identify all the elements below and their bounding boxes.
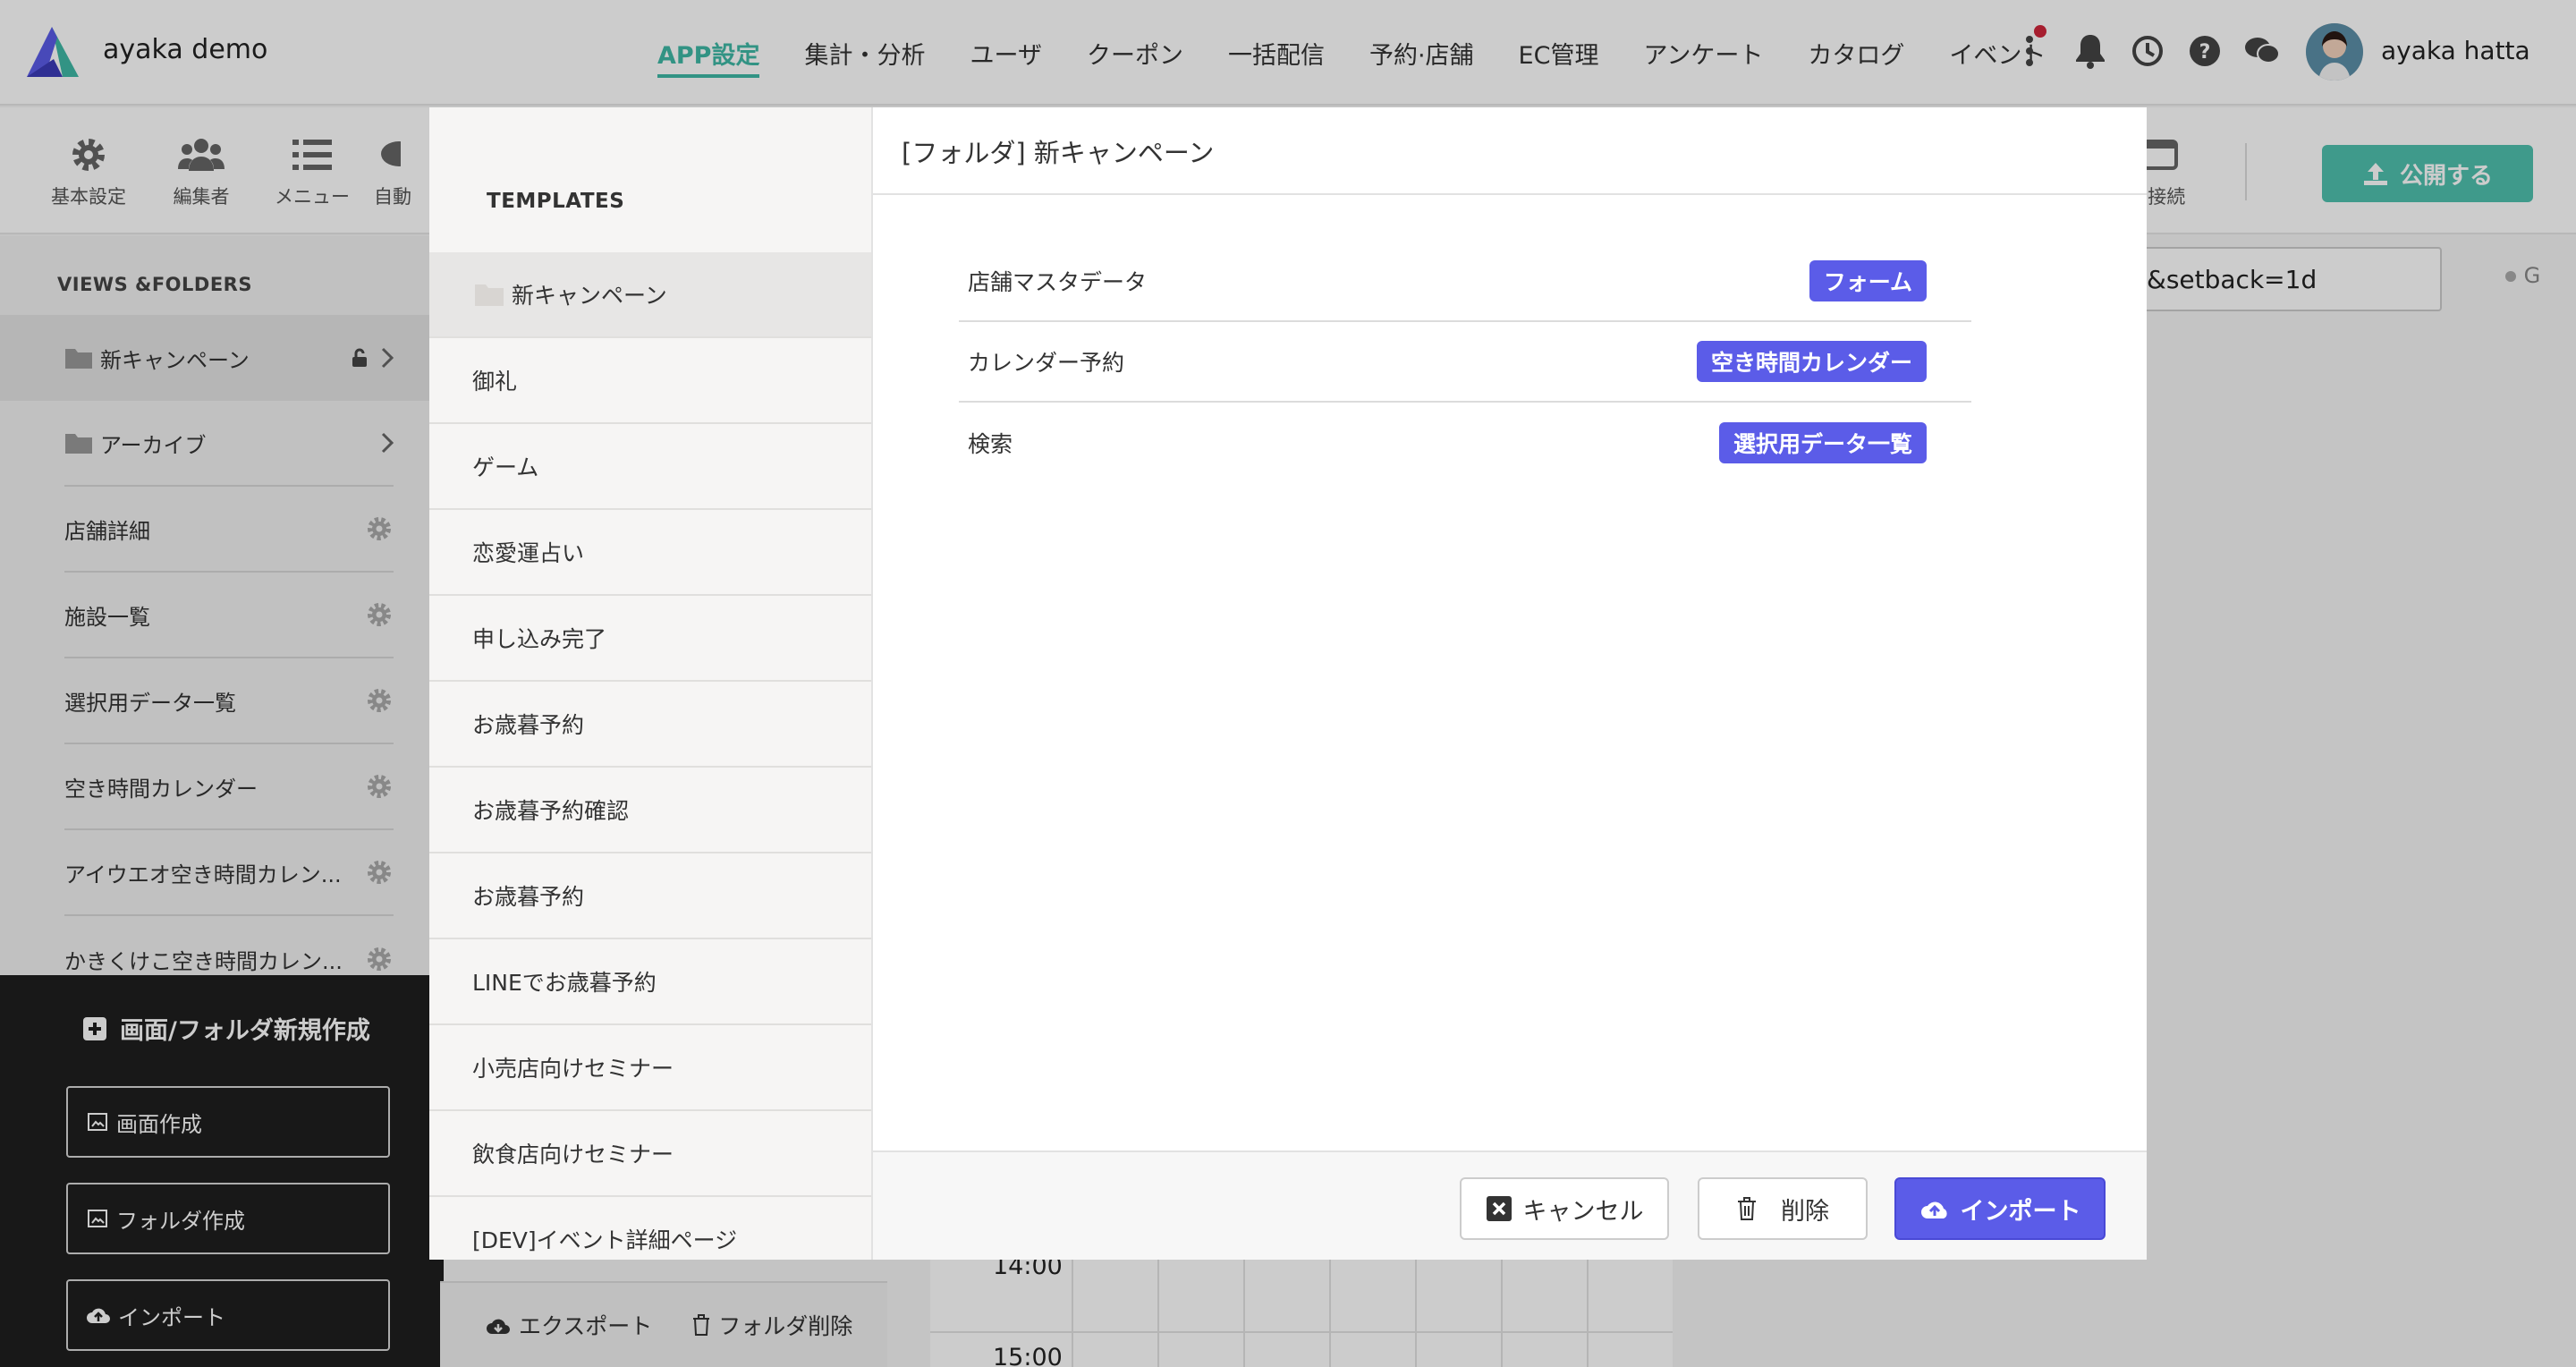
folder-icon (475, 284, 504, 306)
dialog-header-divider (873, 193, 2147, 195)
template-item-label: お歳暮予約 (472, 884, 585, 910)
trash-icon (1738, 1197, 1756, 1220)
template-item-label: 恋愛運占い (472, 540, 585, 566)
view-type-badge: 選択用データ一覧 (1718, 422, 1927, 463)
template-item[interactable]: ゲーム (429, 424, 871, 510)
template-item[interactable]: LINEでお歳暮予約 (429, 939, 871, 1025)
template-item-label: お歳暮予約 (472, 712, 585, 738)
template-item-label: 申し込み完了 (472, 626, 607, 652)
view-name: 検索 (968, 431, 1013, 457)
dialog-title: [フォルダ] 新キャンペーン (902, 138, 1215, 168)
template-item[interactable]: 小売店向けセミナー (429, 1025, 871, 1111)
view-type-badge: 空き時間カレンダー (1696, 341, 1927, 382)
dialog-footer: キャンセル 削除 インポート (873, 1150, 2147, 1260)
view-row: 店舗マスタデータ フォーム (959, 242, 1971, 322)
template-item[interactable]: 申し込み完了 (429, 596, 871, 682)
view-name: カレンダー予約 (968, 350, 1125, 376)
template-item[interactable]: 恋愛運占い (429, 510, 871, 596)
template-item[interactable]: [DEV]イベント詳細ページ (429, 1197, 871, 1260)
delete-button[interactable]: 削除 (1698, 1177, 1868, 1240)
template-item-label: ゲーム (472, 454, 539, 480)
template-item-new-campaign[interactable]: 新キャンペーン (429, 252, 871, 338)
view-row: 検索 選択用データ一覧 (959, 403, 1971, 483)
templates-heading: TEMPLATES (487, 190, 625, 213)
template-item-label: 小売店向けセミナー (472, 1056, 674, 1082)
template-item[interactable]: お歳暮予約確認 (429, 768, 871, 853)
delete-label: 削除 (1781, 1197, 1829, 1226)
view-row: カレンダー予約 空き時間カレンダー (959, 322, 1971, 403)
close-icon (1486, 1196, 1512, 1221)
templates-panel: TEMPLATES 新キャンペーン 御礼 ゲーム 恋愛運占い 申し込み完了 お歳… (429, 107, 873, 1260)
cancel-label: キャンセル (1522, 1197, 1644, 1226)
view-type-badge: フォーム (1809, 260, 1927, 301)
template-import-dialog: [フォルダ] 新キャンペーン 店舗マスタデータ フォーム カレンダー予約 空き時… (873, 107, 2147, 1260)
template-item-label: 飲食店向けセミナー (472, 1142, 674, 1167)
template-item[interactable]: お歳暮予約 (429, 682, 871, 768)
template-item-label: LINEでお歳暮予約 (472, 970, 657, 996)
import-button[interactable]: インポート (1894, 1177, 2106, 1240)
template-item-label: 新キャンペーン (512, 283, 667, 309)
template-item[interactable]: 御礼 (429, 338, 871, 424)
cancel-button[interactable]: キャンセル (1460, 1177, 1669, 1240)
template-item[interactable]: 飲食店向けセミナー (429, 1111, 871, 1197)
template-item[interactable]: お歳暮予約 (429, 853, 871, 939)
template-item-label: お歳暮予約確認 (472, 798, 630, 824)
template-item-label: 御礼 (472, 369, 518, 395)
cloud-upload-icon (1920, 1201, 1947, 1218)
view-name: 店舗マスタデータ (968, 269, 1148, 295)
template-item-label: [DEV]イベント詳細ページ (472, 1227, 738, 1253)
import-label: インポート (1960, 1197, 2081, 1226)
